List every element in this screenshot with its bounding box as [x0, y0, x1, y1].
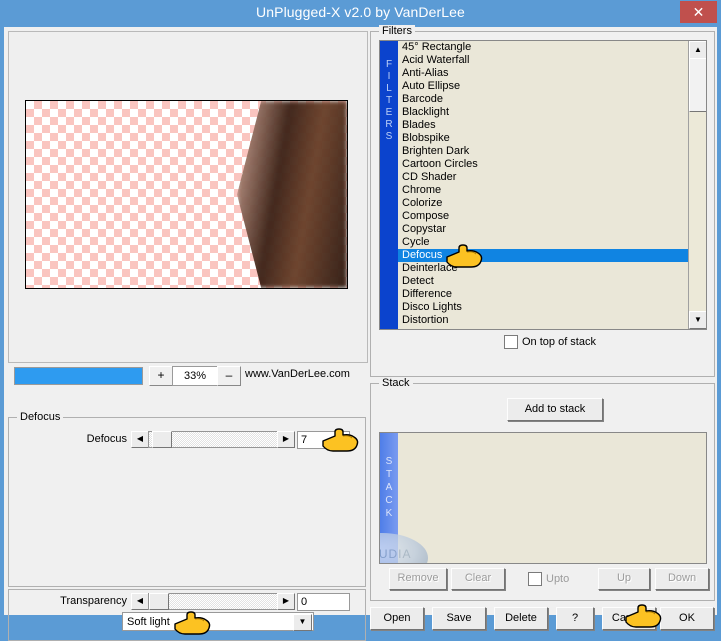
zoom-out-button[interactable]: – — [217, 366, 241, 386]
filter-list-item[interactable]: 45° Rectangle — [398, 41, 689, 54]
preview-arrow-shape — [237, 101, 347, 288]
open-button[interactable]: Open — [370, 607, 424, 630]
ok-button[interactable]: OK — [660, 607, 714, 630]
filter-list-item[interactable]: Brighten Dark — [398, 145, 689, 158]
on-top-of-stack-checkbox[interactable] — [504, 335, 518, 349]
save-button[interactable]: Save — [432, 607, 486, 630]
chevron-down-icon[interactable]: ▼ — [293, 614, 312, 631]
upto-label: Upto — [546, 573, 570, 585]
zoom-value: 33% — [172, 366, 218, 386]
zoom-progress-bar[interactable] — [14, 367, 143, 385]
defocus-groupbox: Defocus Defocus ◀ ▶ 7 — [8, 411, 366, 587]
filter-list-item[interactable]: Defocus — [398, 249, 689, 262]
filters-scrollbar[interactable]: ▲ ▼ — [688, 41, 706, 329]
filter-list-item[interactable]: Blacklight — [398, 106, 689, 119]
add-to-stack-button[interactable]: Add to stack — [507, 398, 603, 421]
upto-checkbox[interactable] — [528, 572, 542, 586]
filters-sidebar-text: FILTERS — [385, 59, 393, 142]
filter-list-item[interactable]: CD Shader — [398, 171, 689, 184]
transparency-value-field[interactable]: 0 — [297, 593, 350, 611]
filters-group-label: Filters — [379, 25, 415, 37]
filter-list-item[interactable]: Auto Ellipse — [398, 80, 689, 93]
defocus-value-field[interactable]: 7 — [297, 431, 350, 449]
filter-list-item[interactable]: Deinterlace — [398, 262, 689, 275]
watermark-text: CLAUDIA — [379, 547, 412, 561]
transparency-increment-button[interactable]: ▶ — [277, 593, 295, 610]
filter-list-item[interactable]: Anti-Alias — [398, 67, 689, 80]
vendor-url[interactable]: www.VanDerLee.com — [245, 368, 350, 380]
close-icon[interactable]: ✕ — [680, 1, 717, 23]
stack-groupbox: Stack Add to stack STACK CLAUDIA ☜ Remov… — [370, 377, 715, 601]
filter-list-item[interactable]: Difference — [398, 288, 689, 301]
filter-list-item[interactable]: Cartoon Circles — [398, 158, 689, 171]
filters-scrollbar-thumb[interactable] — [689, 58, 706, 112]
on-top-of-stack-label: On top of stack — [522, 336, 596, 348]
filter-list-item[interactable]: Detect — [398, 275, 689, 288]
transparency-decrement-button[interactable]: ◀ — [131, 593, 149, 610]
defocus-increment-button[interactable]: ▶ — [277, 431, 295, 448]
scroll-up-icon[interactable]: ▲ — [689, 41, 706, 59]
defocus-decrement-button[interactable]: ◀ — [131, 431, 149, 448]
remove-button[interactable]: Remove — [389, 568, 447, 590]
application-window: UnPlugged-X v2.0 by VanDerLee ✕ + 33% – … — [0, 0, 721, 641]
filter-list-item[interactable]: Compose — [398, 210, 689, 223]
clear-button[interactable]: Clear — [451, 568, 505, 590]
filter-list-item[interactable]: Chrome — [398, 184, 689, 197]
window-title: UnPlugged-X v2.0 by VanDerLee — [256, 4, 465, 20]
filter-list-item[interactable]: Blades — [398, 119, 689, 132]
preview-panel — [8, 31, 368, 363]
filters-list[interactable]: FILTERS 45° Rectangle Acid Waterfall Anti-… — [379, 40, 707, 330]
transparency-groupbox: Transparency ◀ ▶ 0 Soft light ▼ — [8, 589, 366, 641]
preview-image[interactable] — [25, 100, 348, 289]
filters-groupbox: Filters FILTERS 45° Rectangle Acid Waterf… — [370, 25, 715, 377]
transparency-slider-track[interactable] — [148, 593, 278, 610]
claudia-watermark: CLAUDIA ☜ — [379, 533, 428, 563]
defocus-slider-track[interactable] — [148, 431, 278, 448]
stack-group-label: Stack — [379, 377, 413, 389]
cancel-button[interactable]: Cancel — [602, 607, 656, 630]
filter-list-item[interactable]: Distortion — [398, 314, 689, 327]
dialog-button-bar: Open Save Delete ? Cancel OK — [370, 604, 714, 631]
move-down-button[interactable]: Down — [655, 568, 709, 590]
transparency-slider-label: Transparency — [60, 595, 127, 607]
blend-mode-select[interactable]: Soft light ▼ — [122, 612, 314, 631]
zoom-in-button[interactable]: + — [149, 366, 173, 386]
stack-list[interactable]: STACK CLAUDIA ☜ — [379, 432, 707, 564]
blend-mode-value: Soft light — [127, 616, 170, 628]
scroll-down-icon[interactable]: ▼ — [689, 311, 706, 329]
filter-list-item[interactable]: Colorize — [398, 197, 689, 210]
client-area: + 33% – www.VanDerLee.com Defocus Defocu… — [4, 25, 717, 641]
defocus-group-label: Defocus — [17, 411, 64, 423]
move-up-button[interactable]: Up — [598, 568, 650, 590]
watermark-figure-icon: ☜ — [380, 561, 386, 563]
help-button[interactable]: ? — [556, 607, 594, 630]
title-bar: UnPlugged-X v2.0 by VanDerLee ✕ — [0, 0, 721, 27]
filter-list-item[interactable]: Cycle — [398, 236, 689, 249]
filters-sidebar-banner: FILTERS — [380, 41, 398, 329]
filters-item-container: 45° Rectangle Acid Waterfall Anti-Alias Aut… — [398, 41, 689, 329]
defocus-slider-thumb[interactable] — [152, 431, 172, 448]
filter-list-item[interactable]: Disco Lights — [398, 301, 689, 314]
filter-list-item[interactable]: Barcode — [398, 93, 689, 106]
filter-list-item[interactable]: Blobspike — [398, 132, 689, 145]
filter-list-item[interactable]: Acid Waterfall — [398, 54, 689, 67]
filter-list-item[interactable]: Copystar — [398, 223, 689, 236]
delete-button[interactable]: Delete — [494, 607, 548, 630]
transparency-slider-thumb[interactable] — [149, 593, 169, 610]
zoom-toolbar: + 33% – www.VanDerLee.com — [8, 365, 366, 387]
defocus-slider-label: Defocus — [86, 433, 127, 445]
